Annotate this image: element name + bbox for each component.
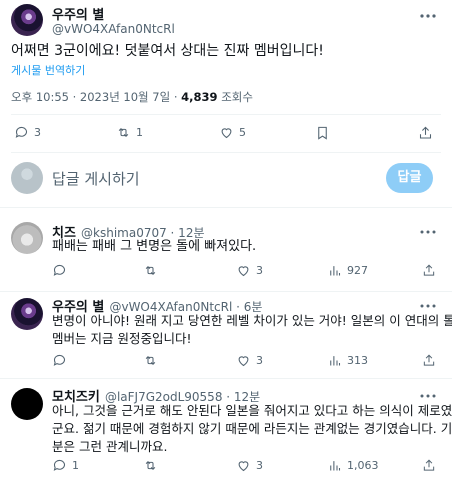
reply-text-line: 아니, 그것을 근거로 해도 안된다 일본을 줘어지고 있다고 하는 의식이 제… [52,403,452,418]
reply-action[interactable] [52,263,67,278]
reply-text: 패배는 패배 그 변명은 돌에 빠져있다. [52,239,257,254]
reply-action[interactable] [52,353,67,368]
reply-text: 변명이 아니야! 원래 지고 당연한 레벨 차이가 있는 거야! 일본의 이 연… [52,312,452,348]
avatar[interactable] [11,388,43,420]
reply-action[interactable]: 1 [52,458,79,473]
reply-text-line: 분은 그런 관계니까요. [52,439,168,454]
views-count: 4,839 [181,90,218,104]
more-options-icon[interactable] [418,388,438,402]
like-count: 5 [239,126,246,139]
reply-text-line: 변명이 아니야! 원래 지고 당연한 레벨 차이가 있는 거야! 일본의 이 연… [52,313,452,328]
avatar[interactable] [11,4,43,36]
divider [0,207,452,208]
share-icon[interactable] [422,353,436,368]
retweet-action[interactable]: 1 [116,125,143,140]
reply-action[interactable]: 3 [14,125,41,140]
more-options-icon[interactable] [418,224,438,238]
views-action[interactable]: 927 [327,263,368,278]
reply-text-line: 군요. 젊기 때문에 경험하지 않기 때문에 라든지는 관계없는 경기였습니다.… [52,421,452,436]
like-action[interactable]: 3 [236,458,263,473]
like-count: 3 [256,354,263,367]
bookmark-icon[interactable] [315,125,330,141]
translate-link[interactable]: 게시물 번역하기 [11,62,85,78]
avatar[interactable] [11,222,43,254]
retweet-action[interactable] [143,458,158,473]
reply-count: 1 [72,459,79,472]
like-action[interactable]: 5 [219,125,246,140]
share-icon[interactable] [422,458,436,473]
views-action[interactable]: 1,063 [327,458,379,473]
like-count: 3 [256,459,263,472]
author-handle[interactable]: @vWO4XAfan0NtcRl [52,22,175,36]
divider [0,378,452,379]
retweet-action[interactable] [143,353,158,368]
share-icon[interactable] [418,125,433,141]
like-count: 3 [256,264,263,277]
views-label: 조회수 [217,90,253,104]
retweet-count: 1 [136,126,143,139]
reply-button[interactable]: 답글 [386,163,433,193]
tweet-text: 어쩌면 3군이에요! 덧붙여서 상대는 진짜 멤버입니다! [11,43,324,59]
divider [11,114,441,115]
share-icon[interactable] [422,263,436,278]
views-count: 927 [347,264,368,277]
reply-count: 3 [34,126,41,139]
my-avatar [11,162,43,194]
views-action[interactable]: 313 [327,353,368,368]
author-name[interactable]: 우주의 별 [52,4,104,23]
reply-text-line: 멤버는 지금 원정중입니다! [52,331,192,346]
divider [0,291,452,292]
avatar[interactable] [11,298,43,330]
reply-input[interactable]: 답글 게시하기 [52,168,140,189]
timestamp-text[interactable]: 오후 10:55 · 2023년 10월 7일 · [11,90,181,104]
views-count: 313 [347,354,368,367]
like-action[interactable]: 3 [236,353,263,368]
reply-text: 아니, 그것을 근거로 해도 안된다 일본을 줘어지고 있다고 하는 의식이 제… [52,402,452,456]
like-action[interactable]: 3 [236,263,263,278]
views-count: 1,063 [347,459,379,472]
divider [11,152,441,153]
more-options-icon[interactable] [418,298,438,312]
more-options-icon[interactable] [418,8,438,24]
retweet-action[interactable] [143,263,158,278]
tweet-timestamp: 오후 10:55 · 2023년 10월 7일 · 4,839 조회수 [11,89,253,105]
